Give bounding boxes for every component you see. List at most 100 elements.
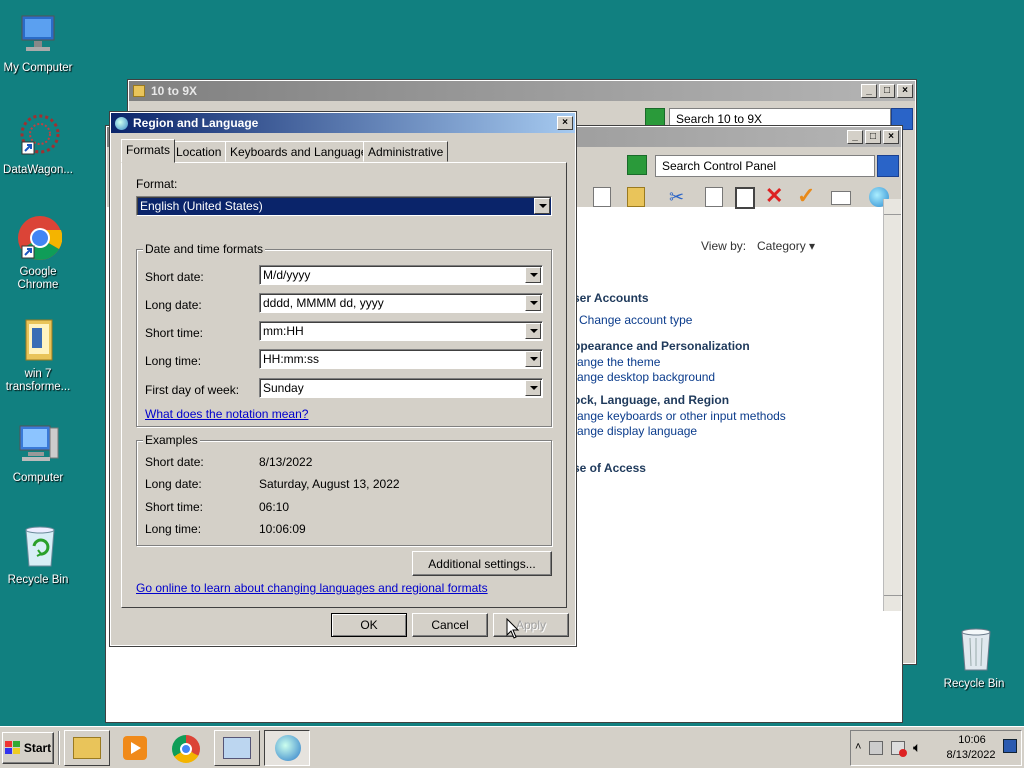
chevron-down-icon[interactable] <box>534 198 550 214</box>
cp-heading-appearance[interactable]: ppearance and Personalization <box>573 339 750 353</box>
scroll-down-button[interactable] <box>884 595 902 611</box>
tab-location[interactable]: Location <box>171 141 227 162</box>
taskbar-chrome-button[interactable] <box>162 730 208 766</box>
cp-link-desktop-background[interactable]: ange desktop background <box>577 370 715 384</box>
cp-heading-user-accounts[interactable]: ser Accounts <box>573 291 649 305</box>
refresh-icon[interactable] <box>627 155 647 175</box>
copy-icon[interactable] <box>705 187 723 207</box>
page-icon[interactable] <box>593 187 611 207</box>
desktop-icon-recycle-bin-right[interactable]: Recycle Bin <box>936 626 1012 691</box>
tab-formats[interactable]: Formats <box>121 139 176 163</box>
short-date-dropdown[interactable]: M/d/yyyy <box>259 265 543 285</box>
chrome-icon <box>14 214 63 262</box>
desktop-icon-computer[interactable]: Computer <box>0 420 76 485</box>
clock-date[interactable]: 8/13/2022 <box>939 749 1003 761</box>
close-button[interactable]: × <box>557 116 573 130</box>
format-value: English (United States) <box>140 199 263 213</box>
format-dropdown[interactable]: English (United States) <box>136 196 552 216</box>
search-input[interactable]: Search Control Panel <box>655 155 875 177</box>
online-help-link[interactable]: Go online to learn about changing langua… <box>136 581 488 595</box>
cp-link-change-keyboards[interactable]: ange keyboards or other input methods <box>577 409 786 423</box>
long-date-dropdown[interactable]: dddd, MMMM dd, yyyy <box>259 293 543 313</box>
cut-icon[interactable]: ✂ <box>669 187 689 207</box>
taskbar-region-language-button[interactable] <box>264 730 310 766</box>
chevron-down-icon[interactable] <box>525 351 541 367</box>
close-button[interactable]: × <box>883 130 899 144</box>
scrollbar[interactable] <box>883 199 902 611</box>
tab-label: Location <box>176 145 222 159</box>
taskbar-explorer-button[interactable] <box>64 730 110 766</box>
tab-label: Administrative <box>368 145 444 159</box>
example-long-date-label: Long date: <box>145 477 202 491</box>
long-time-value: HH:mm:ss <box>263 352 319 366</box>
properties-icon[interactable] <box>831 191 851 205</box>
cancel-button[interactable]: Cancel <box>412 613 488 637</box>
system-tray: ˄ 🔈︎ 10:06 8/13/2022 <box>850 730 1022 766</box>
view-by-dropdown[interactable]: Category ▾ <box>757 239 815 253</box>
short-date-label: Short date: <box>145 270 204 284</box>
paste-icon[interactable] <box>735 187 755 209</box>
formats-tab-page: Format: English (United States) Date and… <box>121 162 567 608</box>
refresh-icon[interactable] <box>645 108 665 128</box>
cp-link-change-account-type[interactable]: Change account type <box>579 313 692 327</box>
tab-label: Formats <box>126 143 171 157</box>
volume-icon[interactable]: 🔈︎ <box>913 739 921 756</box>
ok-button[interactable]: OK <box>331 613 407 637</box>
show-desktop-icon[interactable] <box>1003 739 1017 753</box>
first-day-of-week-dropdown[interactable]: Sunday <box>259 378 543 398</box>
long-time-label: Long time: <box>145 354 202 368</box>
view-by-value: Category <box>757 239 806 253</box>
short-time-dropdown[interactable]: mm:HH <box>259 321 543 341</box>
dialog-titlebar[interactable]: Region and Language × <box>111 113 575 133</box>
maximize-button[interactable]: □ <box>879 84 895 98</box>
chevron-down-icon[interactable] <box>525 380 541 396</box>
long-time-dropdown[interactable]: HH:mm:ss <box>259 349 543 369</box>
long-date-label: Long date: <box>145 298 202 312</box>
tab-keyboards-and-languages[interactable]: Keyboards and Languages <box>225 141 379 162</box>
explorer-titlebar[interactable]: 10 to 9X _ □ × <box>129 81 915 101</box>
tray-expand-icon[interactable]: ˄ <box>855 741 861 753</box>
folder-icon <box>14 316 62 364</box>
chevron-down-icon[interactable] <box>525 323 541 339</box>
short-date-value: M/d/yyyy <box>263 268 311 282</box>
tab-administrative[interactable]: Administrative <box>363 141 449 162</box>
checkmark-icon[interactable]: ✓ <box>797 185 819 207</box>
action-center-icon[interactable] <box>891 741 907 757</box>
minimize-button[interactable]: _ <box>847 130 863 144</box>
desktop-icon-label: Recycle Bin <box>7 574 69 586</box>
network-icon[interactable] <box>869 741 883 755</box>
desktop-icon-my-computer[interactable]: My Computer <box>0 10 76 75</box>
close-button[interactable]: × <box>897 84 913 98</box>
region-language-dialog[interactable]: Region and Language × Formats Location K… <box>109 111 577 647</box>
example-short-date-value: 8/13/2022 <box>259 455 313 469</box>
example-long-time-value: 10:06:09 <box>259 522 306 536</box>
desktop-icon-recycle-bin[interactable]: Recycle Bin <box>0 522 76 587</box>
minimize-button[interactable]: _ <box>861 84 877 98</box>
additional-settings-button[interactable]: Additional settings... <box>412 551 552 576</box>
chevron-down-icon[interactable] <box>525 295 541 311</box>
apply-button[interactable]: Apply <box>493 613 569 637</box>
format-label: Format: <box>136 177 178 191</box>
folder-icon[interactable] <box>627 187 645 207</box>
clock-time[interactable]: 10:06 <box>947 734 997 746</box>
cp-link-display-language[interactable]: ange display language <box>577 424 697 438</box>
desktop-icon-win7-folder[interactable]: win 7 transforme... <box>0 316 76 394</box>
desktop-icon-google-chrome[interactable]: Google Chrome <box>0 214 76 292</box>
desktop-icon-datawagon[interactable]: DataWagon... <box>0 112 76 177</box>
chrome-icon <box>172 735 200 763</box>
search-icon[interactable] <box>877 155 899 177</box>
scroll-up-button[interactable] <box>884 199 901 215</box>
cp-heading-clock-language-region[interactable]: ock, Language, and Region <box>573 393 729 407</box>
computer-icon <box>14 420 62 468</box>
short-time-value: mm:HH <box>263 324 304 338</box>
taskbar-media-player-button[interactable] <box>112 730 158 766</box>
taskbar-control-panel-button[interactable] <box>214 730 260 766</box>
maximize-button[interactable]: □ <box>865 130 881 144</box>
cp-link-change-theme[interactable]: ange the theme <box>577 355 660 369</box>
desktop-icon-label: DataWagon... <box>3 164 73 176</box>
cp-heading-ease-of-access[interactable]: se of Access <box>573 461 646 475</box>
start-button[interactable]: Start <box>2 732 54 764</box>
delete-icon[interactable]: ✕ <box>765 185 787 207</box>
notation-help-link[interactable]: What does the notation mean? <box>145 407 308 421</box>
chevron-down-icon[interactable] <box>525 267 541 283</box>
